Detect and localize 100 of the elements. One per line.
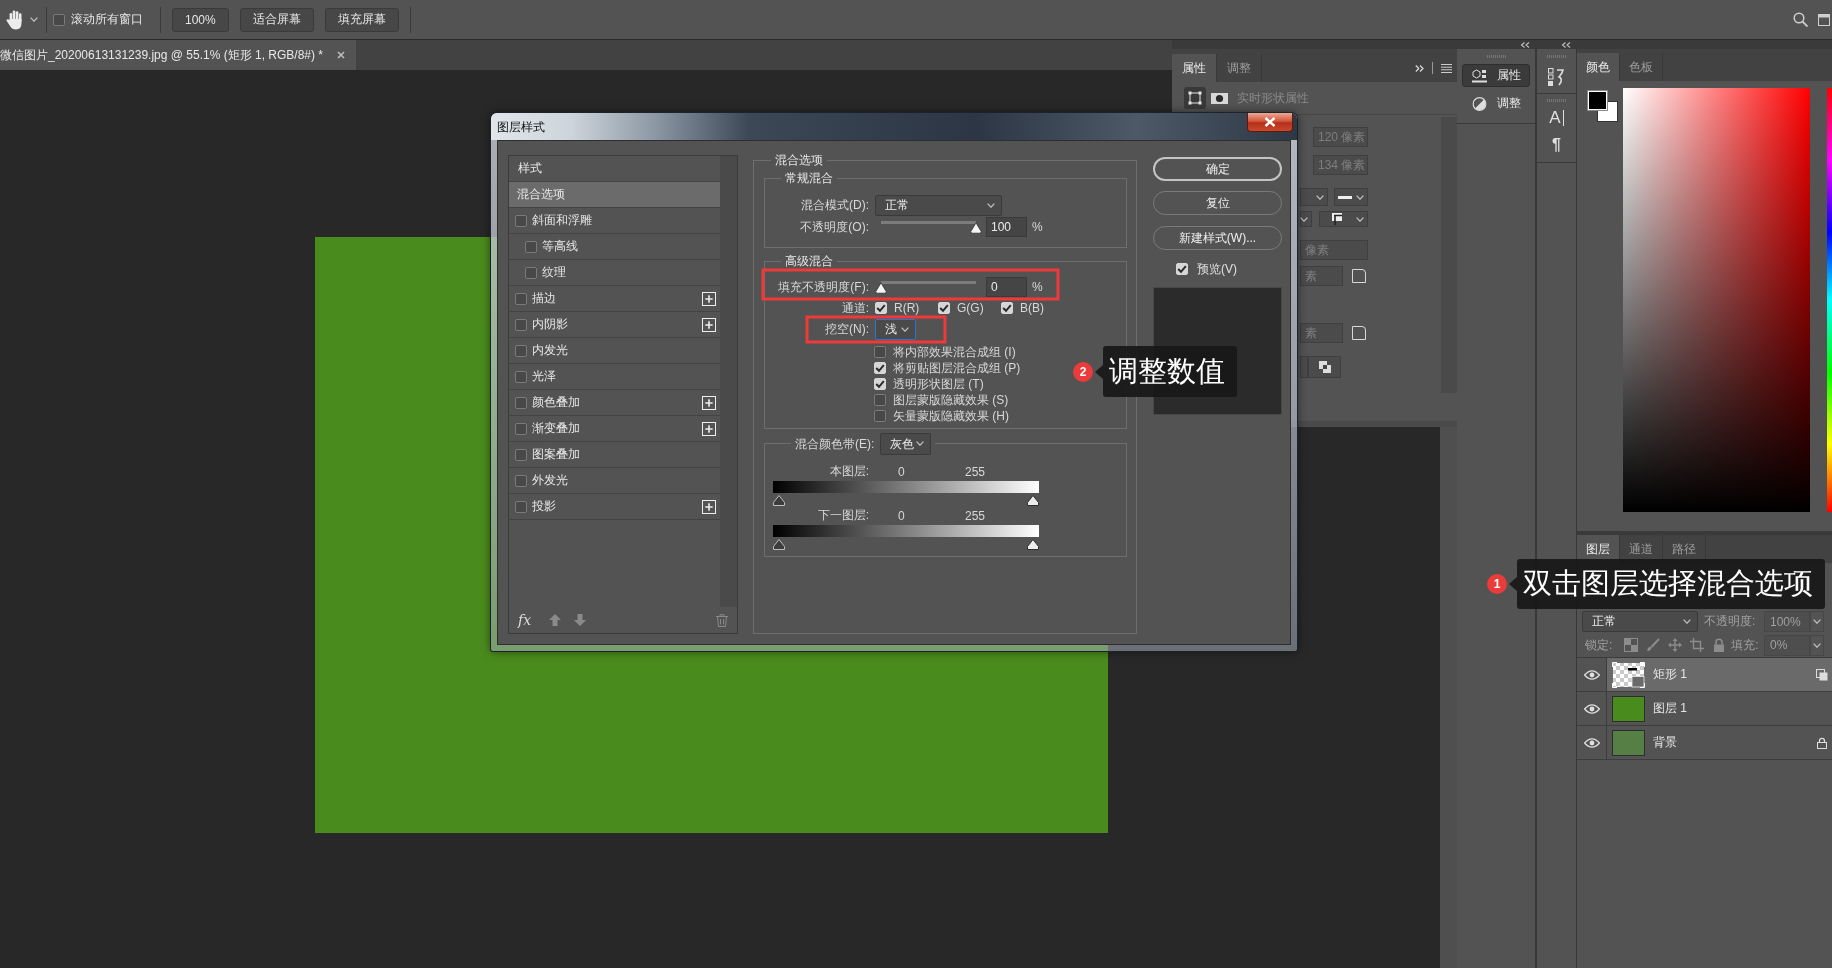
- rounded-corner-icon[interactable]: [1352, 326, 1366, 340]
- document-tab[interactable]: 微信图片_20200613131239.jpg @ 55.1% (矩形 1, RGB/8#) *: [0, 40, 357, 70]
- style-list-item[interactable]: 内阴影: [509, 312, 720, 338]
- layer-item[interactable]: 矩形 1: [1607, 658, 1832, 691]
- view-button[interactable]: 填充屏幕: [324, 7, 399, 32]
- style-list-item[interactable]: 内发光: [509, 338, 720, 364]
- eye-icon[interactable]: [1583, 669, 1600, 680]
- panel-tab[interactable]: 色板: [1620, 53, 1663, 81]
- stroke-style-dropdown[interactable]: [1334, 188, 1368, 206]
- style-list-item[interactable]: 纹理: [509, 260, 720, 286]
- overlapping-squares-icon: [1318, 361, 1331, 373]
- view-button[interactable]: 100%: [172, 7, 229, 32]
- checkbox[interactable]: [515, 474, 527, 487]
- panel-tab[interactable]: 调整: [1217, 54, 1262, 82]
- rounded-corner-icon[interactable]: [1352, 269, 1366, 283]
- slider-thumb[interactable]: [875, 282, 887, 294]
- dropdown-button[interactable]: [1300, 211, 1312, 227]
- eye-icon[interactable]: [1583, 737, 1600, 748]
- checkbox[interactable]: [515, 292, 527, 305]
- checkbox[interactable]: [525, 240, 537, 253]
- checkbox[interactable]: [515, 344, 527, 357]
- panel-button[interactable]: ¶: [1552, 137, 1561, 153]
- panel-button[interactable]: A: [1549, 110, 1564, 126]
- dialog-button[interactable]: 确定: [1153, 157, 1282, 181]
- checkbox[interactable]: [515, 214, 527, 227]
- style-list-item[interactable]: 光泽: [509, 364, 720, 390]
- style-list-item[interactable]: 颜色叠加: [509, 390, 720, 416]
- caret-icon[interactable]: [30, 17, 38, 22]
- mask-icon[interactable]: [1211, 92, 1228, 104]
- blend-mode-dropdown[interactable]: 正常: [875, 195, 1002, 216]
- checkerboard-icon[interactable]: [1624, 638, 1639, 652]
- close-button[interactable]: [1247, 113, 1293, 132]
- collapse-icon[interactable]: [1561, 41, 1571, 48]
- checkbox[interactable]: [515, 318, 527, 331]
- style-list-item[interactable]: 渐变叠加: [509, 416, 720, 442]
- fill-opacity-input[interactable]: 0: [986, 277, 1027, 297]
- layer-item[interactable]: 图层 1: [1607, 692, 1832, 725]
- group-title: 高级混合: [784, 253, 834, 269]
- style-list-item[interactable]: 等高线: [509, 234, 720, 260]
- close-icon[interactable]: [337, 51, 346, 59]
- panel-button[interactable]: 调整: [1462, 92, 1530, 115]
- style-list-item[interactable]: 斜面和浮雕: [509, 208, 720, 234]
- plus-icon[interactable]: [702, 421, 716, 436]
- color-field[interactable]: [1623, 88, 1810, 512]
- blend-if-dropdown[interactable]: 灰色: [880, 432, 932, 455]
- menu-icon[interactable]: [1441, 63, 1452, 73]
- dropdown-button[interactable]: [1810, 611, 1824, 632]
- styles-icon[interactable]: [1548, 68, 1565, 86]
- dialog-button[interactable]: 复位: [1153, 191, 1282, 215]
- double-chevron-icon[interactable]: [1415, 64, 1424, 72]
- scrollbar[interactable]: [720, 156, 737, 607]
- style-list-item[interactable]: 描边: [509, 286, 720, 312]
- checkbox[interactable]: [53, 13, 65, 26]
- stroke-align-dropdown[interactable]: [1319, 211, 1368, 227]
- checkbox[interactable]: [515, 500, 527, 513]
- panel-button[interactable]: 属性: [1462, 64, 1530, 87]
- dropdown-button[interactable]: [1300, 188, 1328, 206]
- hue-spectrum[interactable]: [1827, 88, 1832, 512]
- search-icon[interactable]: [1793, 12, 1808, 27]
- checkbox[interactable]: [525, 266, 537, 279]
- color-swatches-icon[interactable]: [1587, 90, 1618, 122]
- dropdown-button[interactable]: [1810, 634, 1824, 656]
- dialog-button[interactable]: 新建样式(W)...: [1153, 226, 1282, 250]
- transform-frame-icon[interactable]: [1184, 87, 1206, 109]
- checkbox[interactable]: [515, 448, 527, 461]
- plus-icon[interactable]: [702, 395, 716, 410]
- callout-tail: [1095, 364, 1103, 379]
- style-list-item[interactable]: 混合选项: [509, 182, 720, 208]
- plus-icon[interactable]: [702, 317, 716, 332]
- checkbox[interactable]: [515, 370, 527, 383]
- style-list-item[interactable]: 外发光: [509, 468, 720, 494]
- style-list-item[interactable]: 投影: [509, 494, 720, 520]
- workspace-icon[interactable]: [1818, 13, 1830, 26]
- checkbox-label: G(G): [957, 301, 984, 315]
- chevron-down-icon: [916, 441, 925, 447]
- panel-tab[interactable]: 属性: [1172, 54, 1217, 82]
- path-operation-button[interactable]: [1308, 356, 1341, 378]
- checkbox[interactable]: [874, 394, 886, 406]
- style-list-item[interactable]: 图案叠加: [509, 442, 720, 468]
- eye-icon[interactable]: [1583, 703, 1600, 714]
- hand-tool-icon[interactable]: [6, 9, 24, 30]
- plus-icon[interactable]: [702, 499, 716, 514]
- grip-icon[interactable]: [1546, 99, 1567, 102]
- checkbox[interactable]: [874, 346, 886, 358]
- plus-icon[interactable]: [702, 291, 716, 306]
- slider-thumb[interactable]: [970, 222, 982, 234]
- checkbox[interactable]: [515, 396, 527, 409]
- view-button[interactable]: 适合屏幕: [239, 7, 314, 32]
- opacity-input[interactable]: 100: [986, 217, 1027, 237]
- scrollbar[interactable]: [1441, 117, 1457, 393]
- checkbox[interactable]: [874, 410, 886, 422]
- collapse-icon[interactable]: [1520, 41, 1530, 48]
- panel-tab[interactable]: 颜色: [1577, 53, 1620, 81]
- checkbox[interactable]: [515, 422, 527, 435]
- knockout-dropdown[interactable]: 浅: [875, 319, 916, 340]
- blend-mode-dropdown[interactable]: 正常: [1582, 611, 1698, 632]
- grip-icon[interactable]: [1546, 55, 1567, 58]
- layer-item[interactable]: 背景: [1607, 726, 1832, 759]
- grip-icon[interactable]: [1487, 55, 1507, 58]
- effects-button[interactable]: fx: [518, 612, 532, 628]
